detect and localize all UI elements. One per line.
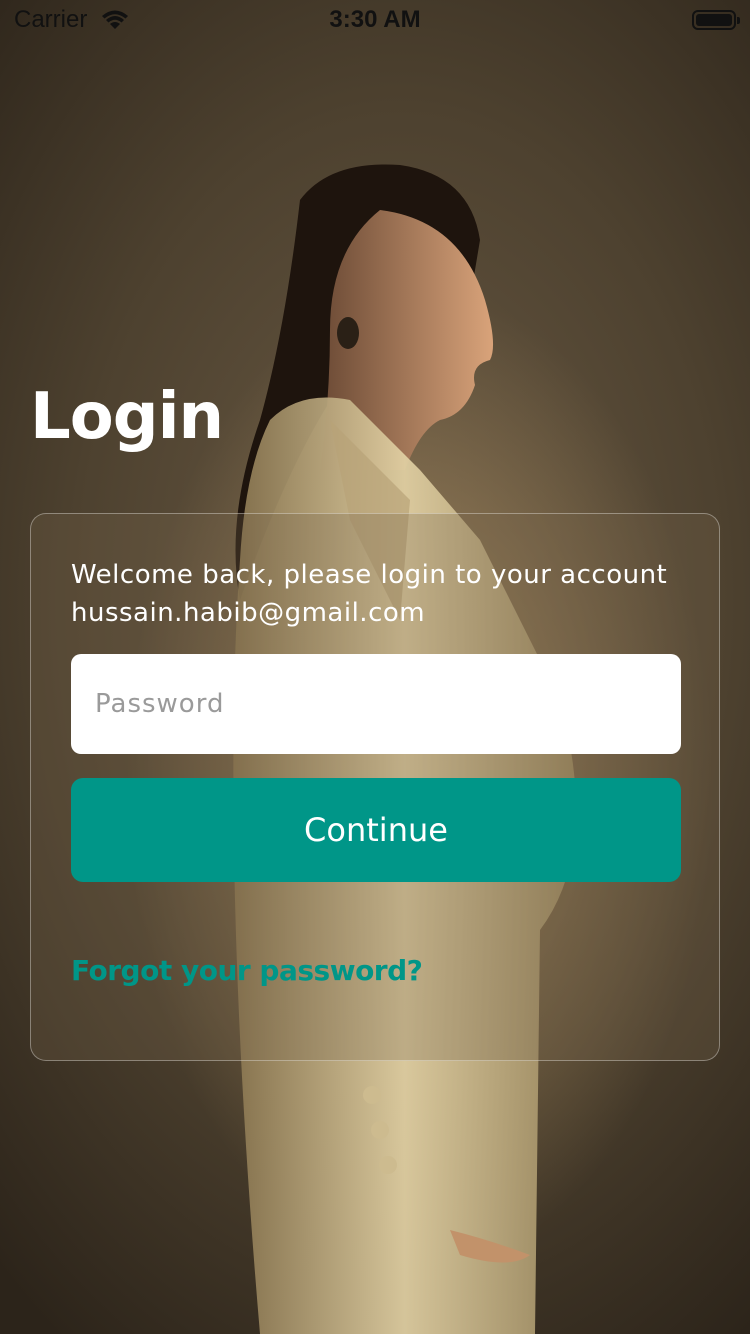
login-screen: Carrier 3:30 AM Login Welcome back, plea… <box>0 0 750 1334</box>
account-email: hussain.habib@gmail.com <box>71 598 426 628</box>
continue-button[interactable]: Continue <box>71 778 681 882</box>
page-title: Login <box>30 380 224 454</box>
status-bar: Carrier 3:30 AM <box>0 0 750 40</box>
status-time: 3:30 AM <box>329 6 421 33</box>
login-card: Welcome back, please login to your accou… <box>30 513 720 1061</box>
password-input[interactable] <box>71 654 681 754</box>
welcome-text: Welcome back, please login to your accou… <box>71 560 668 590</box>
forgot-password-link[interactable]: Forgot your password? <box>71 954 423 987</box>
battery-icon <box>692 10 740 30</box>
